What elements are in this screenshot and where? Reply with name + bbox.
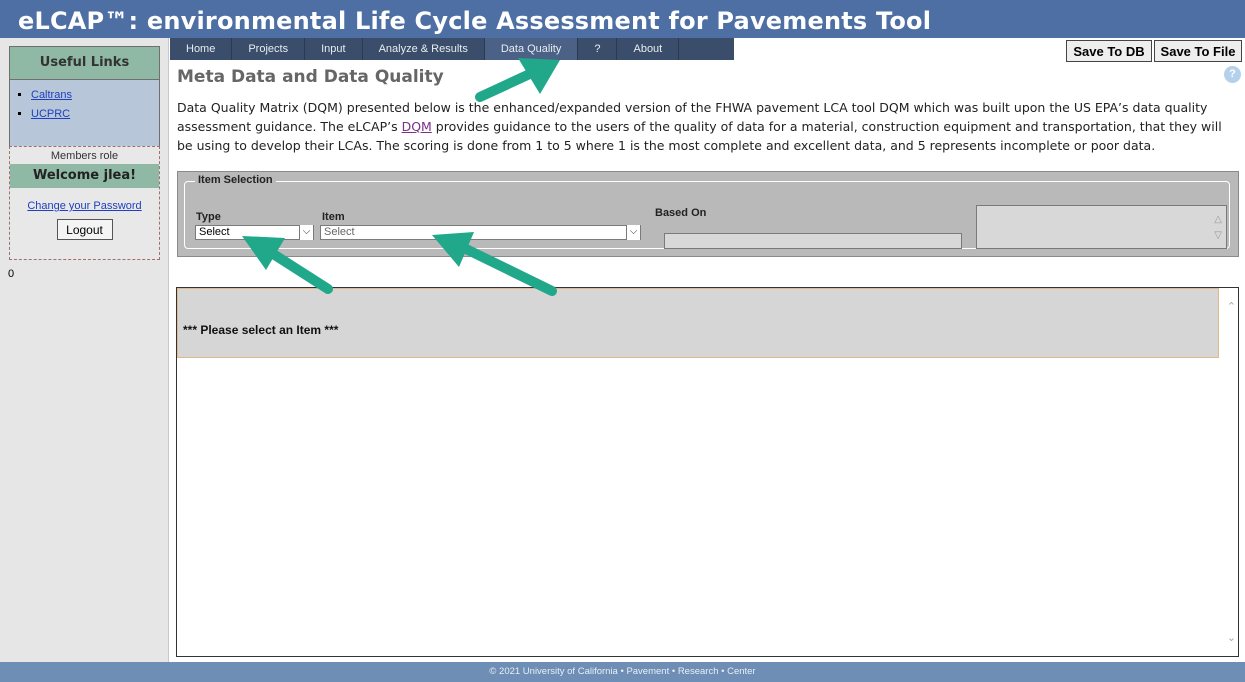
save-to-file-button[interactable]: Save To File (1154, 40, 1242, 62)
nav-help[interactable]: ? (578, 38, 618, 60)
result-header: *** Please select an Item *** (177, 288, 1219, 358)
nav-about[interactable]: About (617, 38, 680, 60)
scroll-arrows-icon: △ ▽ (1214, 214, 1222, 241)
nav-home[interactable]: Home (170, 38, 233, 60)
change-password-link[interactable]: Change your Password (10, 200, 159, 212)
list-item: Caltrans (31, 86, 159, 105)
footer: © 2021 University of California • Paveme… (0, 662, 1245, 682)
app-title: eLCAP™: environmental Life Cycle Assessm… (18, 7, 932, 35)
chevron-down-icon: ⌵ (299, 225, 313, 240)
based-on-field (664, 233, 962, 249)
type-label: Type (196, 211, 221, 223)
result-message: *** Please select an Item *** (183, 323, 339, 337)
item-label: Item (322, 211, 345, 223)
scroll-up-icon[interactable]: ⌃ (1227, 300, 1236, 313)
link-caltrans[interactable]: Caltrans (31, 89, 72, 101)
nav-projects[interactable]: Projects (232, 38, 306, 60)
main-nav: Home Projects Input Analyze & Results Da… (170, 38, 734, 60)
item-selection-panel: Item Selection Type Item Based On Select… (177, 171, 1239, 257)
item-select[interactable]: Select ⌵ (320, 225, 641, 240)
item-selection-fieldset: Item Selection Type Item Based On Select… (184, 174, 1230, 249)
page-description: Data Quality Matrix (DQM) presented belo… (177, 98, 1225, 155)
type-select-value: Select (199, 226, 230, 238)
save-to-db-button[interactable]: Save To DB (1066, 40, 1152, 62)
annotation-arrow-data-quality (475, 58, 560, 102)
app-title-bar: eLCAP™: environmental Life Cycle Assessm… (0, 0, 1245, 38)
useful-links-title: Useful Links (10, 47, 159, 80)
page-title: Meta Data and Data Quality (177, 67, 444, 87)
item-selection-legend: Item Selection (195, 174, 276, 186)
nav-input[interactable]: Input (305, 38, 363, 60)
nav-data-quality[interactable]: Data Quality (484, 38, 579, 60)
result-area: *** Please select an Item *** ⌃ ⌄ (176, 287, 1239, 657)
list-item: UCPRC (31, 105, 159, 124)
welcome-message: Welcome jlea! (10, 164, 159, 188)
logout-button[interactable]: Logout (56, 219, 113, 240)
members-role-label: Members role (50, 150, 119, 162)
notes-textarea[interactable]: △ ▽ (976, 205, 1227, 249)
chevron-down-icon: ⌵ (626, 225, 640, 240)
useful-links-list: Caltrans UCPRC (10, 86, 159, 124)
dqm-link[interactable]: DQM (402, 119, 432, 134)
scroll-down-icon[interactable]: ⌄ (1227, 631, 1236, 644)
link-ucprc[interactable]: UCPRC (31, 108, 70, 120)
left-sidebar: Useful Links Caltrans UCPRC Members role… (0, 38, 169, 662)
type-select[interactable]: Select ⌵ (195, 225, 314, 240)
based-on-label: Based On (655, 207, 707, 219)
counter-text: 0 (8, 268, 15, 280)
members-panel: Members role Welcome jlea! Change your P… (9, 146, 160, 260)
nav-analyze-results[interactable]: Analyze & Results (363, 38, 485, 60)
help-icon[interactable]: ? (1224, 66, 1241, 83)
item-select-value: Select (324, 226, 355, 238)
